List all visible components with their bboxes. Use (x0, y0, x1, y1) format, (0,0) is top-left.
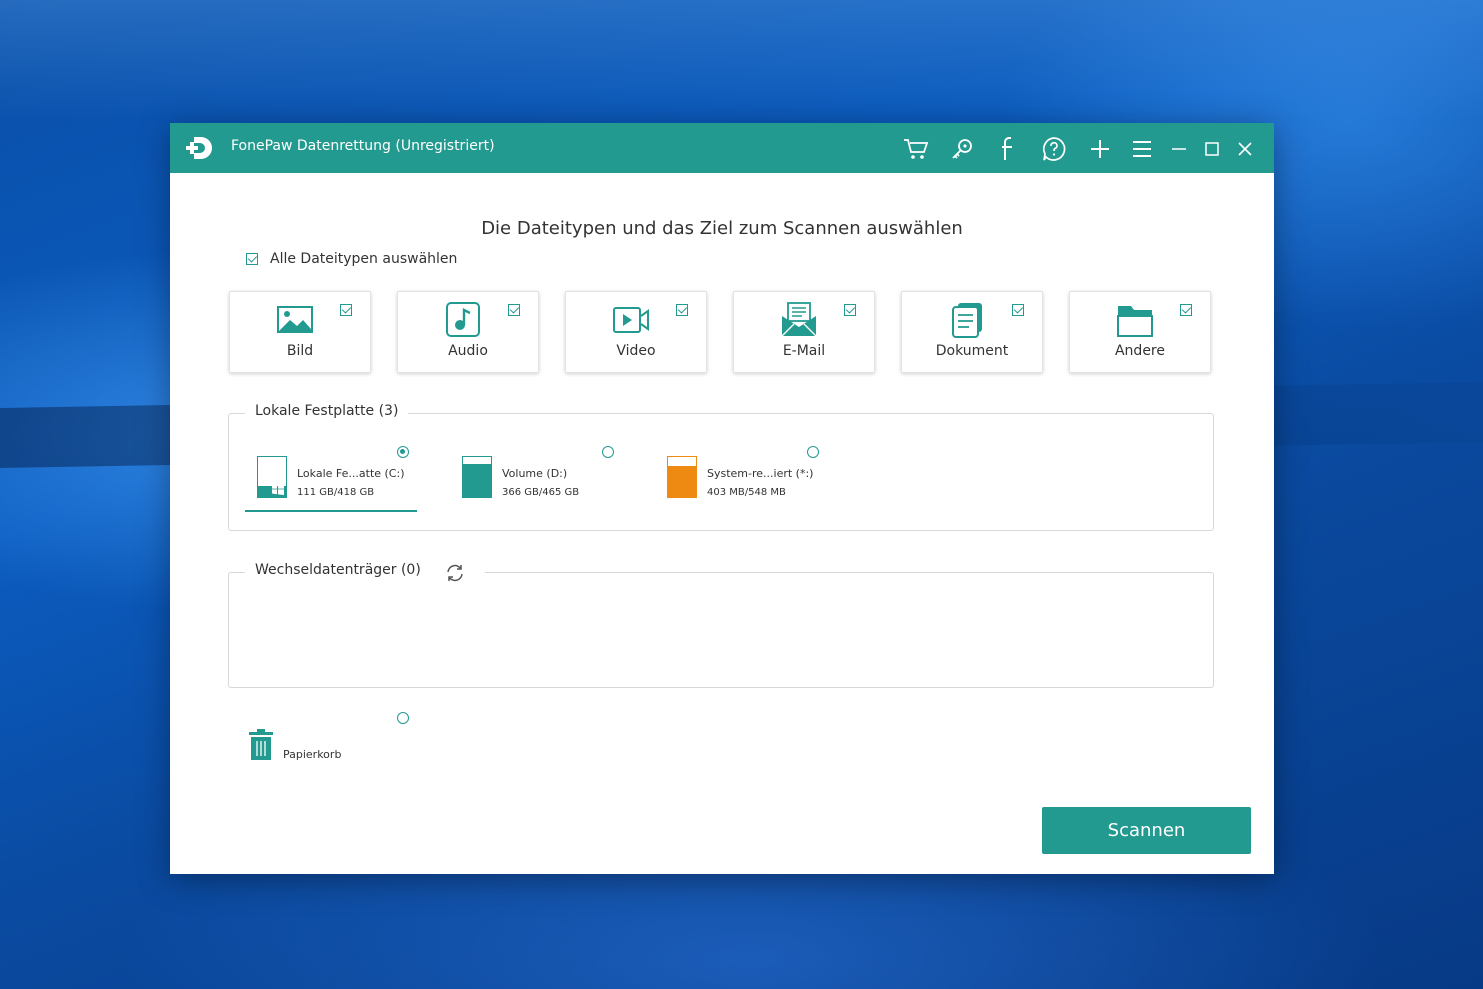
app-window: FonePaw Datenrettung (Unregistriert) Die… (170, 123, 1274, 874)
drive-system-reserved[interactable]: System-re...iert (*:) 403 MB/548 MB (655, 452, 827, 512)
recycle-bin-radio[interactable] (397, 712, 409, 724)
drive-size: 366 GB/465 GB (502, 487, 580, 498)
desktop-light-beam (0, 0, 1483, 120)
help-icon[interactable] (1041, 136, 1067, 162)
filetype-checkbox[interactable] (676, 304, 688, 316)
filetype-card-audio[interactable]: Audio (397, 291, 539, 373)
filetype-card-andere[interactable]: Andere (1069, 291, 1211, 373)
windows-logo-icon (272, 483, 284, 495)
video-icon (613, 307, 649, 333)
filetype-card-video[interactable]: Video (565, 291, 707, 373)
filetype-checkbox[interactable] (340, 304, 352, 316)
hard-drive-icon (257, 456, 287, 498)
refresh-icon[interactable] (445, 563, 465, 583)
image-icon (277, 306, 313, 333)
filetype-checkbox[interactable] (508, 304, 520, 316)
drive-c[interactable]: Lokale Fe...atte (C:) 111 GB/418 GB (245, 452, 417, 512)
app-title: FonePaw Datenrettung (Unregistriert) (231, 138, 495, 154)
select-all-checkbox[interactable] (246, 253, 258, 265)
filetype-label: Video (616, 343, 656, 359)
drive-name: Volume (D:) (502, 467, 568, 480)
drive-system-radio[interactable] (807, 446, 819, 458)
drive-name: System-re...iert (*:) (707, 467, 814, 480)
recycle-bin-label: Papierkorb (283, 748, 342, 761)
scan-button[interactable]: Scannen (1042, 807, 1251, 854)
filetype-label: Andere (1114, 343, 1165, 359)
trash-icon (249, 729, 273, 760)
filetype-checkbox[interactable] (1180, 304, 1192, 316)
hard-drive-icon (462, 456, 492, 498)
minimize-icon[interactable] (1166, 136, 1192, 162)
page-heading: Die Dateitypen und das Ziel zum Scannen … (481, 218, 963, 239)
email-icon (781, 302, 817, 337)
maximize-icon[interactable] (1199, 136, 1225, 162)
filetype-checkbox[interactable] (1012, 304, 1024, 316)
local-disk-title: Lokale Festplatte (3) (245, 403, 409, 419)
drive-c-radio[interactable] (397, 446, 409, 458)
facebook-icon[interactable] (995, 136, 1021, 162)
filetype-label: Audio (448, 343, 488, 359)
filetype-label: Bild (286, 343, 314, 359)
drive-size: 111 GB/418 GB (297, 487, 375, 498)
select-all-types[interactable]: Alle Dateitypen auswählen (246, 251, 457, 267)
drive-d-radio[interactable] (602, 446, 614, 458)
folder-icon (1117, 306, 1153, 337)
drive-size: 403 MB/548 MB (707, 487, 786, 498)
drive-name: Lokale Fe...atte (C:) (297, 467, 405, 480)
menu-icon[interactable] (1129, 136, 1155, 162)
close-icon[interactable] (1232, 136, 1258, 162)
filetype-label: E-Mail (782, 343, 826, 359)
select-all-label: Alle Dateitypen auswählen (270, 251, 458, 267)
filetype-card-dokument[interactable]: Dokument (901, 291, 1043, 373)
cart-icon[interactable] (903, 136, 929, 162)
local-disk-group: Lokale Festplatte (3) Lokale Fe...atte (… (228, 403, 1214, 531)
hard-drive-icon (667, 456, 697, 498)
document-icon (952, 303, 982, 338)
fonepaw-logo-icon (186, 137, 212, 159)
filetype-label: Dokument (935, 343, 1009, 359)
plus-icon[interactable] (1087, 136, 1113, 162)
removable-drive-group: Wechseldatenträger (0) (228, 562, 1214, 688)
audio-icon (446, 302, 480, 337)
title-bar[interactable]: FonePaw Datenrettung (Unregistriert) (170, 123, 1274, 173)
drive-d[interactable]: Volume (D:) 366 GB/465 GB (450, 452, 622, 512)
filetype-card-email[interactable]: E-Mail (733, 291, 875, 373)
key-icon[interactable] (949, 136, 975, 162)
recycle-bin-option[interactable]: Papierkorb (246, 727, 416, 767)
selected-drive-underline (245, 510, 417, 512)
filetype-card-bild[interactable]: Bild (229, 291, 371, 373)
filetype-checkbox[interactable] (844, 304, 856, 316)
